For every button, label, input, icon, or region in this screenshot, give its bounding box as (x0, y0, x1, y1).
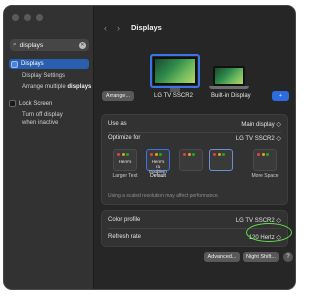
window-controls[interactable] (12, 14, 43, 21)
sidebar-item-label: Displays (21, 61, 44, 67)
monitor-label-lg: LG TV SSCR2 (154, 93, 193, 99)
resolution-default[interactable]: Here's ra troublem Default (143, 149, 173, 179)
arrange-button[interactable]: Arrange... (102, 91, 134, 101)
subitem-text: Arrange multiple (22, 84, 68, 90)
refresh-rate-label: Refresh rate (108, 234, 142, 240)
divider (108, 132, 281, 133)
advanced-button[interactable]: Advanced... (204, 252, 240, 262)
lock-screen-icon (9, 100, 16, 107)
main-pane: ‹ › Displays Arrange... LG TV SSCR2 Buil… (94, 6, 295, 289)
monitor-label-built-in: Built-in Display (211, 93, 251, 99)
zoom-button[interactable] (36, 14, 43, 21)
resolution-preview: Here's ra troublem (146, 149, 170, 174)
display-icon (11, 60, 18, 68)
search-input[interactable]: ⌕ displays ✕ (10, 39, 89, 51)
night-shift-button[interactable]: Night Shift... (243, 252, 279, 262)
page-title: Displays (131, 23, 162, 32)
resolution-larger-text[interactable]: Here's Larger Text (110, 149, 140, 179)
search-icon: ⌕ (13, 41, 17, 48)
minimize-button[interactable] (24, 14, 31, 21)
back-icon[interactable]: ‹ (104, 23, 107, 33)
sidebar-subitem-arrange-displays[interactable]: Arrange multiple displays (22, 84, 91, 90)
help-icon[interactable]: ? (283, 252, 293, 262)
search-query[interactable]: displays (20, 42, 79, 49)
plus-icon: + (278, 93, 283, 99)
optimize-for-select[interactable]: LG TV SSCR2 ◇ (236, 135, 281, 142)
navigation-arrows: ‹ › (104, 23, 120, 33)
resolution-caption: Larger Text (112, 173, 138, 179)
sidebar-item-label: Lock Screen (19, 100, 53, 107)
display-settings-panel: Use as Main display ◇ Optimize for LG TV… (101, 114, 288, 205)
settings-window: ⌕ displays ✕ Displays Display Settings A… (3, 5, 296, 290)
sidebar-item-displays[interactable]: Displays (9, 59, 89, 69)
monitor-stand (170, 88, 180, 92)
optimize-for-label: Optimize for (108, 135, 141, 141)
performance-note: Using a scaled resolution may affect per… (108, 193, 220, 199)
wallpaper-preview (153, 57, 197, 85)
use-as-select[interactable]: Main display ◇ (241, 121, 281, 128)
subitem-bold: displays (67, 84, 92, 90)
resolution-preview (253, 149, 277, 171)
add-display-button[interactable]: + (272, 91, 289, 101)
clear-search-icon[interactable]: ✕ (79, 41, 86, 49)
color-profile-label: Color profile (108, 217, 141, 223)
resolution-option-3[interactable] (176, 149, 206, 173)
sidebar-item-lock-screen[interactable]: Lock Screen (9, 100, 89, 107)
refresh-rate-highlight-circle (246, 223, 292, 242)
resolution-preview: Here's (113, 149, 137, 171)
close-button[interactable] (12, 14, 19, 21)
resolution-preview (209, 149, 233, 171)
monitor-built-in[interactable] (209, 66, 249, 89)
wallpaper-preview (213, 66, 245, 86)
resolution-caption: More Space (251, 173, 279, 179)
sidebar-subitem-turn-off-display[interactable]: Turn off display when inactive (22, 111, 63, 127)
resolution-more-space[interactable]: More Space (250, 149, 280, 179)
preview-text: Here's ra troublem (149, 159, 167, 174)
sidebar-subitem-display-settings[interactable]: Display Settings (22, 73, 65, 79)
sidebar: ⌕ displays ✕ Displays Display Settings A… (4, 6, 94, 289)
use-as-label: Use as (108, 121, 127, 127)
resolution-option-4[interactable] (206, 149, 236, 173)
laptop-base (209, 86, 249, 89)
monitor-lg-tv[interactable] (150, 54, 200, 92)
resolution-preview (179, 149, 203, 171)
preview-text: Here's (118, 159, 132, 164)
forward-icon[interactable]: › (117, 23, 120, 33)
